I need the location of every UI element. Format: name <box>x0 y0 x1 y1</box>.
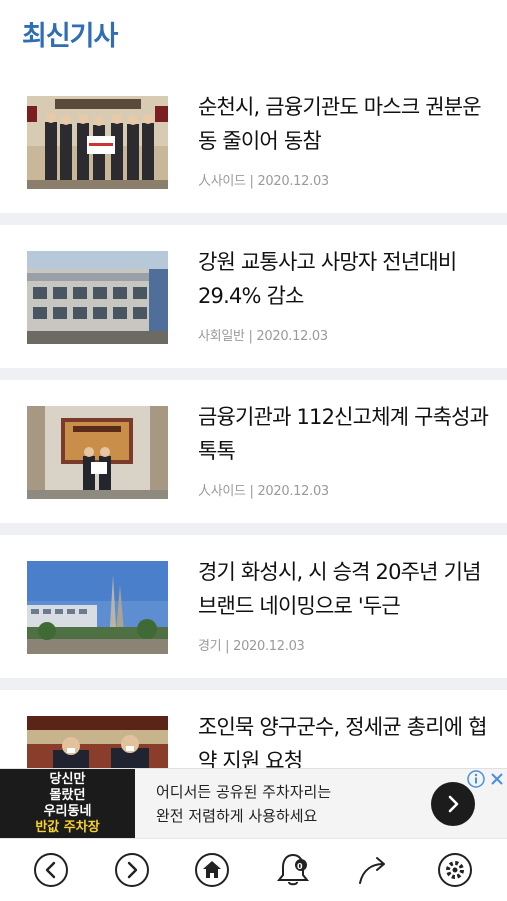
article-meta: 경기 | 2020.12.03 <box>198 635 305 654</box>
article-category: 사회일반 <box>198 329 245 344</box>
share-icon <box>359 857 385 884</box>
article-date: 2020.12.03 <box>256 329 328 344</box>
ad-text-line: 완전 저렴하게 사용하세요 <box>156 807 318 825</box>
notification-count: 0 <box>297 862 303 871</box>
article-headline[interactable]: 강원 교통사고 사망자 전년대비 29.4% 감소 <box>198 245 490 313</box>
home-icon <box>195 853 229 887</box>
article-separator <box>0 213 507 225</box>
ad-image-text: 반값 주차장 <box>35 820 100 835</box>
ad-banner[interactable]: 당신만 몰랐던 우리동네 반값 주차장 어디서든 공유된 주차자리는 완전 저렴… <box>0 768 507 839</box>
forward-button[interactable] <box>113 851 151 889</box>
article-meta: 사회일반 | 2020.12.03 <box>198 325 328 344</box>
share-button[interactable] <box>355 851 393 889</box>
article-separator <box>0 368 507 380</box>
article-meta: 人사이드 | 2020.12.03 <box>198 480 329 499</box>
info-icon <box>467 770 485 788</box>
back-icon <box>34 853 68 887</box>
ad-info-button[interactable] <box>467 770 485 788</box>
ad-image-text: 우리동네 <box>43 804 92 819</box>
article-date: 2020.12.03 <box>257 174 329 189</box>
ad-cta-button[interactable] <box>431 782 475 826</box>
home-button[interactable] <box>193 851 231 889</box>
bell-icon <box>276 853 310 886</box>
article-headline[interactable]: 경기 화성시, 시 승격 20주년 기념 브랜드 네이밍으로 '두근 <box>198 555 490 623</box>
article-date: 2020.12.03 <box>257 484 329 499</box>
article-thumbnail[interactable] <box>27 561 168 654</box>
article-thumbnail[interactable] <box>27 96 168 189</box>
article-separator <box>0 678 507 690</box>
ad-image[interactable]: 당신만 몰랐던 우리동네 반값 주차장 <box>0 769 135 839</box>
article-headline[interactable]: 금융기관과 112신고체계 구축성과 톡톡 <box>198 400 490 468</box>
forward-icon <box>115 853 149 887</box>
article-category: 人사이드 <box>198 484 246 499</box>
article-category: 人사이드 <box>198 174 246 189</box>
ad-image-text: 당신만 <box>49 772 86 787</box>
settings-button[interactable] <box>436 851 474 889</box>
article-date: 2020.12.03 <box>233 639 305 654</box>
ad-text-line: 어디서든 공유된 주차자리는 <box>156 783 332 801</box>
ad-copy[interactable]: 어디서든 공유된 주차자리는 완전 저렴하게 사용하세요 <box>156 780 426 828</box>
article-thumbnail[interactable] <box>27 251 168 344</box>
article-thumbnail[interactable] <box>27 406 168 499</box>
article-meta: 人사이드 | 2020.12.03 <box>198 170 329 189</box>
notifications-button[interactable]: 0 <box>274 851 312 889</box>
chevron-right-icon <box>448 795 459 813</box>
article-headline[interactable]: 순천시, 금융기관도 마스크 권분운동 줄이어 동참 <box>198 90 490 158</box>
section-title: 최신기사 <box>22 21 118 52</box>
close-icon <box>491 773 503 785</box>
article-separator <box>0 523 507 535</box>
back-button[interactable] <box>32 851 70 889</box>
bottom-navigation: 0 <box>0 838 507 901</box>
ad-image-text: 몰랐던 <box>49 788 86 803</box>
settings-icon <box>438 853 472 887</box>
meta-divider: | <box>225 639 234 654</box>
ad-close-button[interactable] <box>488 770 506 788</box>
article-category: 경기 <box>198 639 222 654</box>
